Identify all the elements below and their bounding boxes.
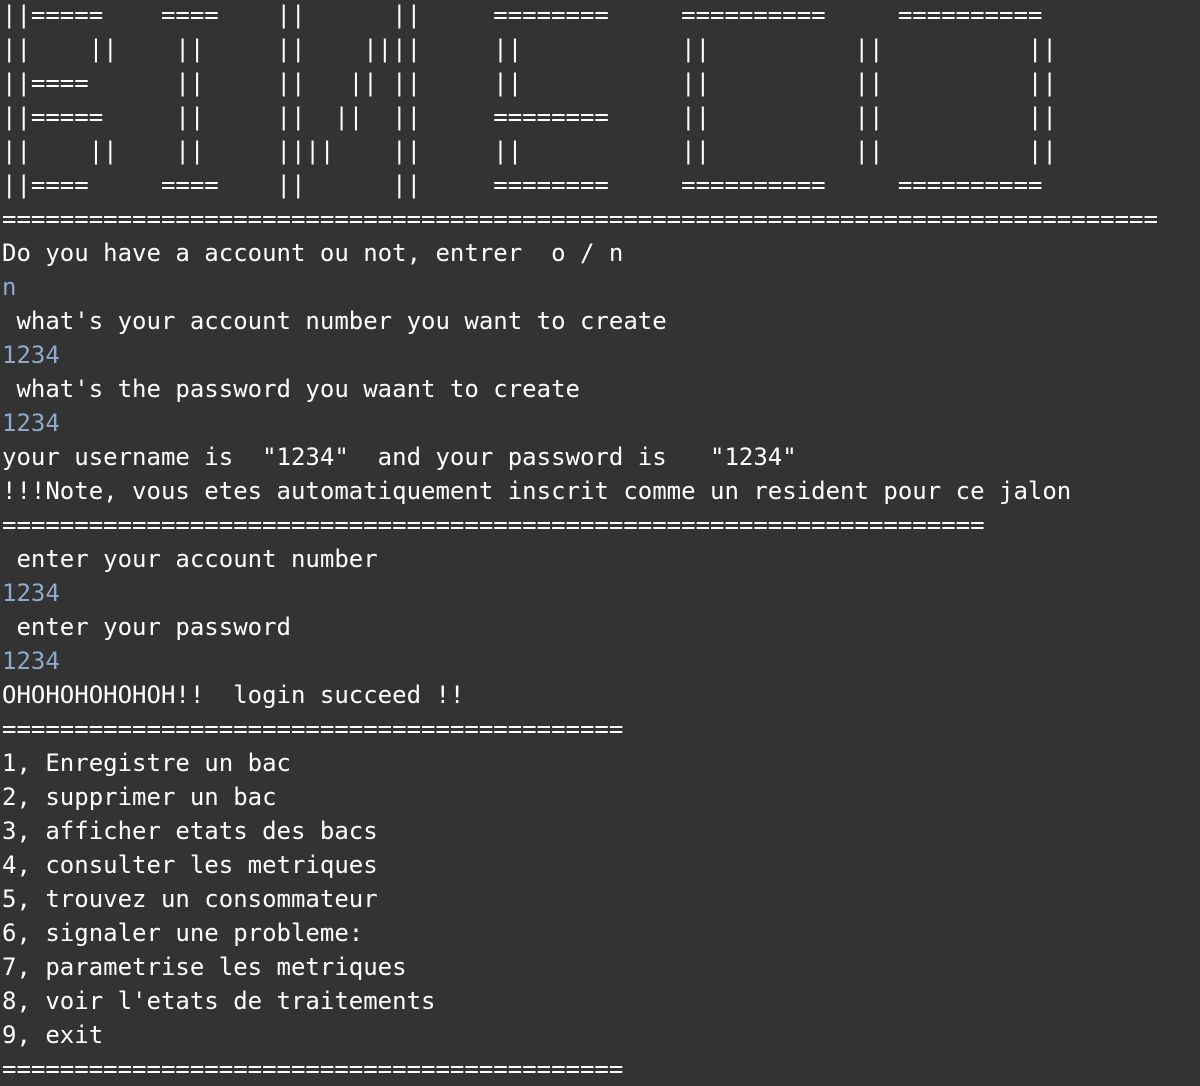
- separator-line: ========================================…: [2, 715, 624, 743]
- menu-item-8: 8, voir l'etats de traitements: [2, 987, 436, 1015]
- banner-line: ||===== || || || || ======== || || ||: [2, 103, 1057, 131]
- banner-separator: ========================================…: [2, 205, 1158, 233]
- menu-item-7: 7, parametrise les metriques: [2, 953, 407, 981]
- menu-item-1: 1, Enregistre un bac: [2, 749, 291, 777]
- separator-line: ========================================…: [2, 1055, 624, 1083]
- login-account-prompt: enter your account number: [2, 545, 378, 573]
- menu-item-2: 2, supprimer un bac: [2, 783, 277, 811]
- menu-item-6: 6, signaler une probleme:: [2, 919, 364, 947]
- banner-line: ||===== ==== || || ======== ========== =…: [2, 1, 1043, 29]
- menu-item-9: 9, exit: [2, 1021, 104, 1049]
- banner-line: || || || |||| || || || || ||: [2, 137, 1057, 165]
- account-question-prompt: Do you have a account ou not, entrer o /…: [2, 239, 624, 267]
- login-password-prompt: enter your password: [2, 613, 291, 641]
- terminal-output[interactable]: ||===== ==== || || ======== ========== =…: [2, 0, 1198, 1086]
- menu-item-3: 3, afficher etats des bacs: [2, 817, 378, 845]
- menu-item-5: 5, trouvez un consommateur: [2, 885, 378, 913]
- credentials-confirmation: your username is "1234" and your passwor…: [2, 443, 797, 471]
- banner-line: || || || || |||| || || || ||: [2, 35, 1057, 63]
- menu-item-4: 4, consulter les metriques: [2, 851, 378, 879]
- user-input-line: 1234: [2, 647, 60, 675]
- session-log: Do you have a account ou not, entrer o /…: [2, 236, 1198, 1086]
- password-create-prompt: what's the password you waant to create: [2, 375, 580, 403]
- separator-line: ========================================…: [2, 511, 985, 539]
- ascii-banner: ||===== ==== || || ======== ========== =…: [2, 0, 1198, 236]
- account-number-prompt: what's your account number you want to c…: [2, 307, 667, 335]
- banner-line: ||==== || || || || || || || ||: [2, 69, 1057, 97]
- user-input-line: 1234: [2, 409, 60, 437]
- banner-line: ||==== ==== || || ======== ========== ==…: [2, 171, 1043, 199]
- user-input-line: 1234: [2, 579, 60, 607]
- user-input-line: n: [2, 273, 17, 301]
- resident-note: !!!Note, vous etes automatiquement inscr…: [2, 477, 1072, 505]
- login-success-message: OHOHOHOHOHOH!! login succeed !!: [2, 681, 465, 709]
- user-input-line: 1234: [2, 341, 60, 369]
